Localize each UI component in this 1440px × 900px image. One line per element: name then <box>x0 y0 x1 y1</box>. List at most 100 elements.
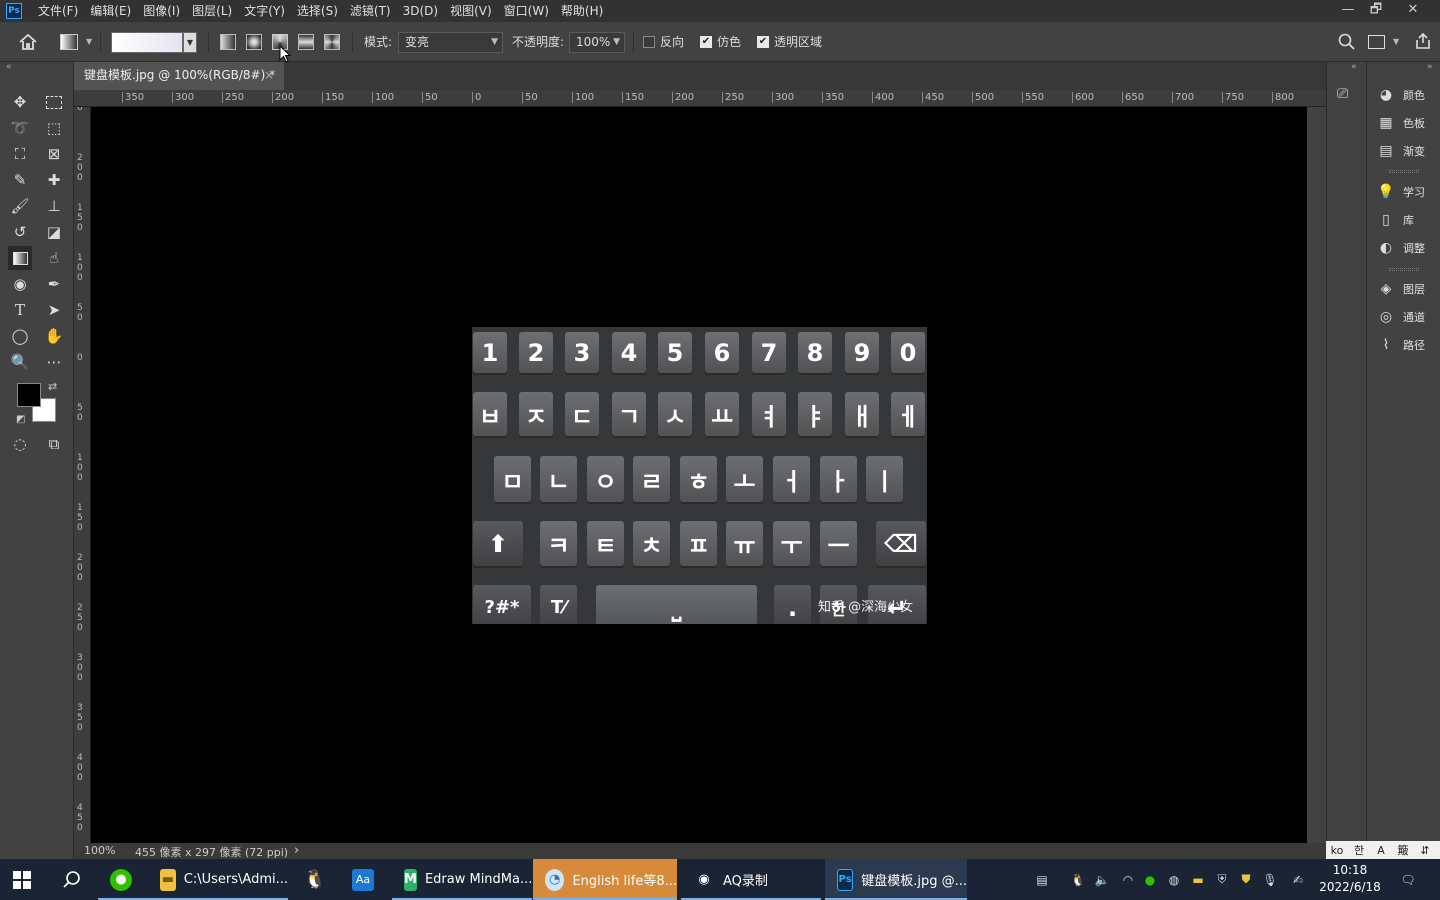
panel-group-grip[interactable] <box>1389 268 1419 271</box>
quick-mask-icon[interactable]: ◌ <box>8 432 32 456</box>
zoom-tool-icon[interactable]: 🔍 <box>8 350 32 374</box>
menu-select[interactable]: 选择(S) <box>291 0 344 22</box>
brush-tool-icon[interactable]: 🖌 <box>8 194 32 218</box>
dither-checkbox[interactable]: ✔ <box>700 36 712 48</box>
close-button[interactable]: ✕ <box>1397 0 1429 22</box>
pen-tool-icon[interactable]: ✒ <box>42 272 66 296</box>
mode-select[interactable]: 变亮 ▼ <box>398 32 503 53</box>
menu-3d[interactable]: 3D(D) <box>397 0 444 22</box>
eraser-tool-icon[interactable]: ◪ <box>42 220 66 244</box>
object-select-tool-icon[interactable]: ⬚ <box>42 116 66 140</box>
panel-swatches[interactable]: ▦ 色板 <box>1367 110 1440 136</box>
taskbar-qq[interactable]: 🐧 <box>292 859 342 900</box>
ime-hangul[interactable]: 한 <box>1348 842 1370 858</box>
panel-color[interactable]: ◕ 颜色 <box>1367 82 1440 108</box>
gradient-tool-icon[interactable] <box>8 246 32 270</box>
collapse-toolbox-icon[interactable]: « <box>6 62 12 72</box>
folder-tray-icon[interactable]: ▬ <box>1186 859 1210 900</box>
shield-tray-icon[interactable]: ⛊ <box>1234 859 1258 900</box>
path-select-tool-icon[interactable]: ➤ <box>42 298 66 322</box>
taskbar-edraw[interactable]: M Edraw MindMa... <box>392 859 532 900</box>
panel-channels[interactable]: ◎ 通道 <box>1367 304 1440 330</box>
menu-image[interactable]: 图像(I) <box>137 0 186 22</box>
qq-tray-icon[interactable]: 🐧 <box>1066 859 1090 900</box>
panel-group-grip[interactable] <box>1389 170 1419 173</box>
menu-view[interactable]: 视图(V) <box>444 0 498 22</box>
zoom-level[interactable]: 100% <box>84 844 115 857</box>
diamond-gradient-button[interactable] <box>324 34 340 50</box>
hand-tool-icon[interactable]: ✋ <box>42 324 66 348</box>
chevron-down-icon[interactable]: ▼ <box>1393 37 1399 46</box>
ime-hanja[interactable]: 簸 <box>1392 842 1414 858</box>
taskbar-photoshop[interactable]: Ps 键盘模板.jpg @... <box>825 859 967 900</box>
healing-brush-tool-icon[interactable]: ✚ <box>42 168 66 192</box>
search-icon[interactable] <box>62 870 82 893</box>
gradient-picker-dropdown-icon[interactable]: ▼ <box>183 32 197 53</box>
move-tool-icon[interactable]: ✥ <box>8 90 32 114</box>
stamp-tool-icon[interactable]: ⊥ <box>42 194 66 218</box>
ime-lang[interactable]: ko <box>1326 844 1348 857</box>
document-tab[interactable]: 键盘模板.jpg @ 100%(RGB/8#) * × <box>74 62 284 90</box>
panel-learn[interactable]: 💡 学习 <box>1367 179 1440 205</box>
radial-gradient-button[interactable] <box>246 34 262 50</box>
history-brush-tool-icon[interactable]: ↺ <box>8 220 32 244</box>
menu-edit[interactable]: 编辑(E) <box>84 0 137 22</box>
taskbar-dictionary[interactable]: Aa <box>340 859 390 900</box>
menu-window[interactable]: 窗口(W) <box>498 0 555 22</box>
lasso-tool-icon[interactable]: ➰ <box>8 116 32 140</box>
more-tools-icon[interactable]: ⋯ <box>42 350 66 374</box>
search-icon[interactable] <box>1338 33 1356 54</box>
menu-help[interactable]: 帮助(H) <box>555 0 609 22</box>
close-tab-icon[interactable]: × <box>264 62 274 88</box>
preset-dropdown-icon[interactable]: ▼ <box>86 37 92 46</box>
menu-layer[interactable]: 图层(L) <box>186 0 238 22</box>
taskbar-explorer[interactable]: ▬ C:\Users\Admi... <box>148 859 288 900</box>
menu-file[interactable]: 文件(F) <box>32 0 84 22</box>
pen-tray-icon[interactable]: ✍ <box>1286 859 1310 900</box>
restore-button[interactable]: 🗗 <box>1360 0 1392 22</box>
taskbar-wechat[interactable]: ● <box>98 859 148 900</box>
panel-adjustments[interactable]: ◐ 调整 <box>1367 235 1440 261</box>
menu-type[interactable]: 文字(Y) <box>238 0 291 22</box>
foreground-color-swatch[interactable] <box>17 383 41 407</box>
gradient-editor-swatch[interactable] <box>111 32 183 53</box>
news-icon[interactable]: ▤ <box>1030 859 1054 900</box>
ime-alpha[interactable]: A <box>1370 844 1392 857</box>
panel-layers[interactable]: ◈ 图层 <box>1367 276 1440 302</box>
ime-options[interactable]: ⇵ <box>1414 844 1436 857</box>
taskbar-english-life[interactable]: ◔ English life等8... <box>533 859 677 900</box>
panel-paths[interactable]: ⌇ 路径 <box>1367 332 1440 358</box>
opacity-field[interactable]: 100% ▼ <box>569 32 625 53</box>
network-tray-icon[interactable]: ◍ <box>1162 859 1186 900</box>
panel-libraries[interactable]: ▯ 库 <box>1367 207 1440 233</box>
volume-icon[interactable]: 🔈 <box>1090 859 1114 900</box>
smudge-tool-icon[interactable]: ☝ <box>42 246 66 270</box>
history-panel-icon[interactable]: ⎚ <box>1337 86 1355 106</box>
clock[interactable]: 10:18 2022/6/18 <box>1318 862 1382 896</box>
collapse-dock-icon[interactable]: » <box>1427 62 1433 72</box>
default-colors-icon[interactable]: ◩ <box>16 414 25 425</box>
wifi-icon[interactable]: ◠ <box>1116 859 1140 900</box>
notification-icon[interactable]: 🗨 <box>1396 859 1420 900</box>
taskbar-aq-recorder[interactable]: ◉ AQ录制 <box>681 859 821 900</box>
workspace-icon[interactable] <box>1368 35 1385 49</box>
share-icon[interactable] <box>1414 32 1432 53</box>
wechat-tray-icon[interactable]: ● <box>1138 859 1162 900</box>
expand-dock-icon[interactable]: « <box>1351 62 1357 72</box>
transparency-checkbox[interactable]: ✔ <box>757 36 769 48</box>
linear-gradient-button[interactable] <box>220 34 236 50</box>
dodge-tool-icon[interactable]: ◉ <box>8 272 32 296</box>
type-tool-icon[interactable]: T <box>8 298 32 322</box>
home-icon[interactable] <box>17 33 39 51</box>
screen-mode-icon[interactable]: ⧉ <box>42 432 66 456</box>
reflected-gradient-button[interactable] <box>298 34 314 50</box>
windows-start-icon[interactable] <box>13 871 31 892</box>
reverse-checkbox[interactable] <box>643 36 655 48</box>
menu-filter[interactable]: 滤镜(T) <box>344 0 397 22</box>
photoshop-logo-icon[interactable]: Ps <box>6 3 22 19</box>
gradient-tool-preset-icon[interactable] <box>60 34 78 50</box>
panel-gradients[interactable]: ▤ 渐变 <box>1367 138 1440 164</box>
marquee-tool-icon[interactable] <box>42 90 66 114</box>
microphone-icon[interactable]: 🎙 <box>1258 859 1282 900</box>
status-menu-arrow-icon[interactable]: › <box>294 843 299 858</box>
